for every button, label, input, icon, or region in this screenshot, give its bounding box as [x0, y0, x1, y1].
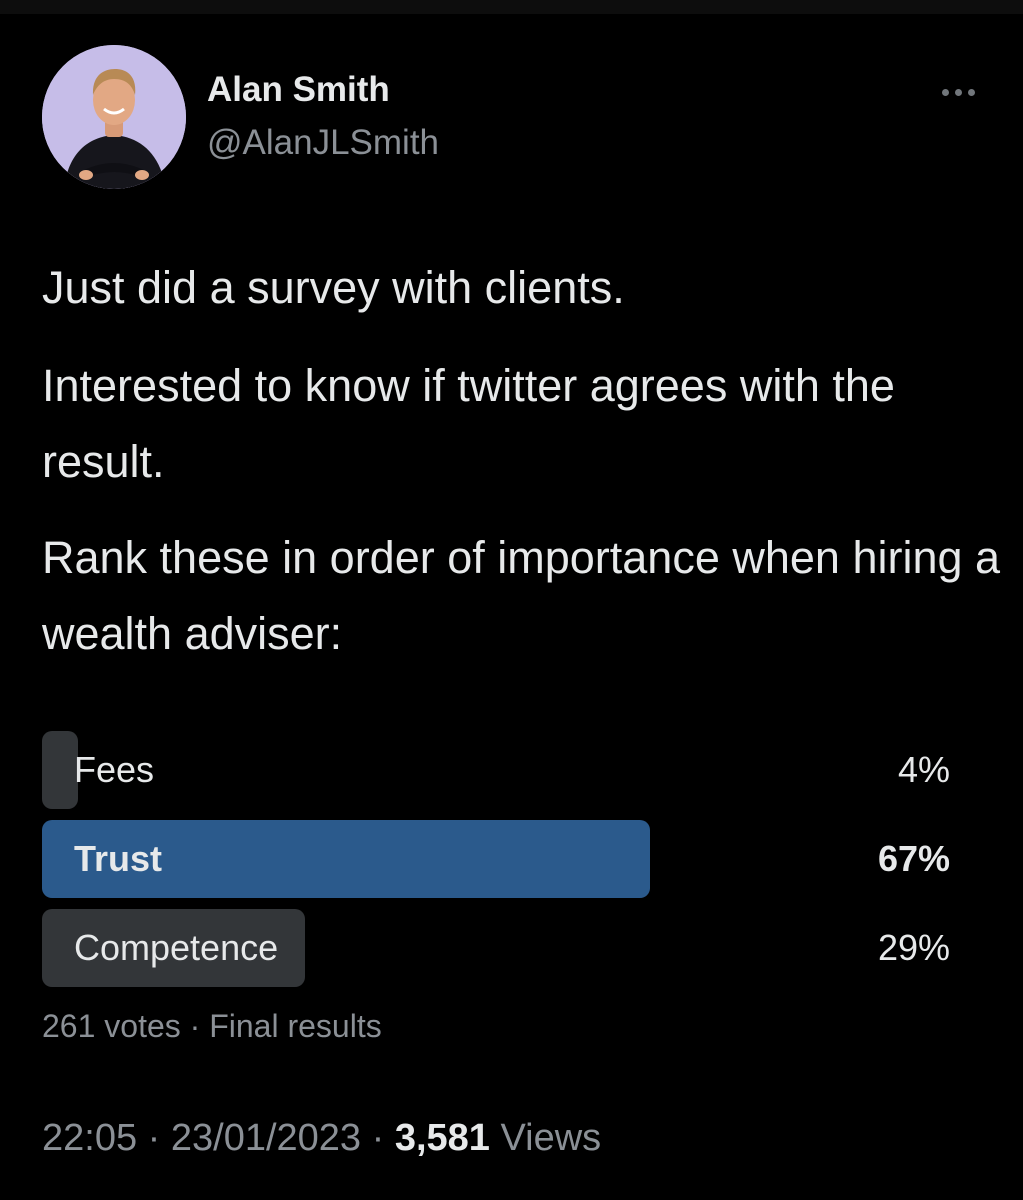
- tweet-timestamp: 22:05 · 23/01/2023 · 3,581 Views: [42, 1117, 601, 1160]
- tweet-date[interactable]: 23/01/2023: [171, 1117, 361, 1159]
- more-dot: [954, 88, 962, 96]
- poll-votes: 261 votes: [42, 1008, 181, 1044]
- more-dot: [967, 88, 975, 96]
- tweet-text-line-1: Just did a survey with clients.: [42, 262, 625, 313]
- more-dot: [941, 88, 949, 96]
- poll-option-fees: Fees 4%: [42, 731, 950, 809]
- avatar[interactable]: [42, 45, 186, 189]
- poll-meta: 261 votes · Final results: [42, 1008, 382, 1045]
- tweet-time[interactable]: 22:05: [42, 1117, 137, 1159]
- top-edge: [0, 0, 1023, 14]
- views-label: Views: [489, 1117, 602, 1159]
- tweet-text-line-3: Rank these in order of importance when h…: [42, 532, 1001, 659]
- author-name[interactable]: Alan Smith: [207, 70, 390, 110]
- poll-option-trust: Trust 67%: [42, 820, 950, 898]
- author-handle[interactable]: @AlanJLSmith: [207, 123, 439, 163]
- poll-status: Final results: [209, 1008, 382, 1044]
- more-options-icon[interactable]: [930, 72, 986, 112]
- poll-option-percent: 67%: [877, 838, 950, 879]
- poll-option-label: Trust: [74, 838, 163, 879]
- tweet-text-line-2: Interested to know if twitter agrees wit…: [42, 360, 895, 487]
- separator: ·: [361, 1117, 395, 1159]
- poll-option-label: Competence: [74, 927, 279, 968]
- poll-option-competence: Competence 29%: [42, 909, 950, 987]
- separator: ·: [137, 1117, 171, 1159]
- profile-photo-icon: [42, 45, 186, 189]
- poll-option-percent: 29%: [877, 927, 950, 968]
- views-count[interactable]: 3,581: [395, 1117, 490, 1159]
- separator: ·: [180, 1008, 210, 1044]
- poll-option-percent: 4%: [897, 749, 950, 790]
- poll-option-label: Fees: [74, 749, 155, 790]
- poll-bar: [42, 731, 78, 809]
